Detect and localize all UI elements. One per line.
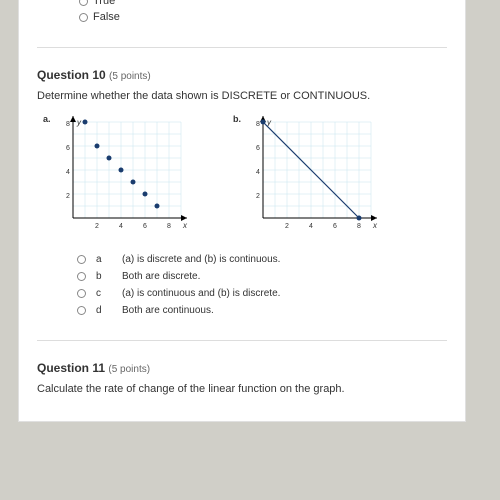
question-title: Question 10 (5 points) [37,68,447,82]
option-c[interactable]: c (a) is continuous and (b) is discrete. [77,288,447,299]
svg-text:4: 4 [256,169,260,176]
svg-text:2: 2 [95,223,99,230]
option-text: Both are continuous. [122,305,214,316]
option-letter: d [96,305,110,316]
prev-option-true[interactable]: True [79,0,447,7]
prev-option-label: False [93,11,120,23]
svg-text:6: 6 [143,223,147,230]
svg-text:8: 8 [167,223,171,230]
divider [37,47,447,48]
svg-text:2: 2 [285,223,289,230]
svg-text:4: 4 [309,223,313,230]
charts-row: a. y x 2 4 6 [55,116,447,236]
svg-text:8: 8 [66,121,70,128]
question-10: Question 10 (5 points) Determine whether… [37,68,447,316]
svg-text:6: 6 [333,223,337,230]
chart-b: b. y x 2 4 6 [245,116,385,236]
option-letter: c [96,288,110,299]
radio-icon [79,13,88,22]
question-points: (5 points) [108,364,150,375]
svg-text:6: 6 [66,145,70,152]
svg-text:8: 8 [357,223,361,230]
option-text: Both are discrete. [122,271,200,282]
chart-a: a. y x 2 4 6 [55,116,195,236]
chart-b-label: b. [233,114,241,124]
chart-a-label: a. [43,114,51,124]
svg-text:2: 2 [256,193,260,200]
radio-icon [77,289,86,298]
radio-icon [77,306,86,315]
svg-text:8: 8 [256,121,260,128]
option-text: (a) is continuous and (b) is discrete. [122,288,280,299]
prev-option-false[interactable]: False [79,11,447,23]
divider [37,340,447,341]
option-b[interactable]: b Both are discrete. [77,271,447,282]
prev-question-options: True False [37,0,447,23]
question-prompt: Determine whether the data shown is DISC… [37,90,447,102]
option-d[interactable]: d Both are continuous. [77,305,447,316]
prev-option-label: True [93,0,115,7]
svg-text:4: 4 [66,169,70,176]
q10-options: a (a) is discrete and (b) is continuous.… [77,254,447,316]
chart-b-svg: y x 2 4 6 8 2 4 6 8 [245,116,385,236]
radio-icon [77,255,86,264]
option-a[interactable]: a (a) is discrete and (b) is continuous. [77,254,447,265]
question-11: Question 11 (5 points) Calculate the rat… [37,361,447,395]
question-title: Question 11 (5 points) [37,361,447,375]
option-letter: b [96,271,110,282]
svg-text:x: x [182,221,188,230]
svg-text:4: 4 [119,223,123,230]
quiz-page: True False Question 10 (5 points) Determ… [18,0,466,422]
question-prompt: Calculate the rate of change of the line… [37,383,447,395]
svg-text:y: y [76,118,82,127]
radio-icon [79,0,88,6]
svg-text:2: 2 [66,193,70,200]
question-title-text: Question 10 [37,68,106,82]
svg-text:x: x [372,221,378,230]
svg-text:6: 6 [256,145,260,152]
option-letter: a [96,254,110,265]
option-text: (a) is discrete and (b) is continuous. [122,254,280,265]
chart-a-svg: y x 2 4 6 8 2 4 6 8 [55,116,195,236]
question-title-text: Question 11 [37,361,105,375]
question-points: (5 points) [109,71,151,82]
radio-icon [77,272,86,281]
